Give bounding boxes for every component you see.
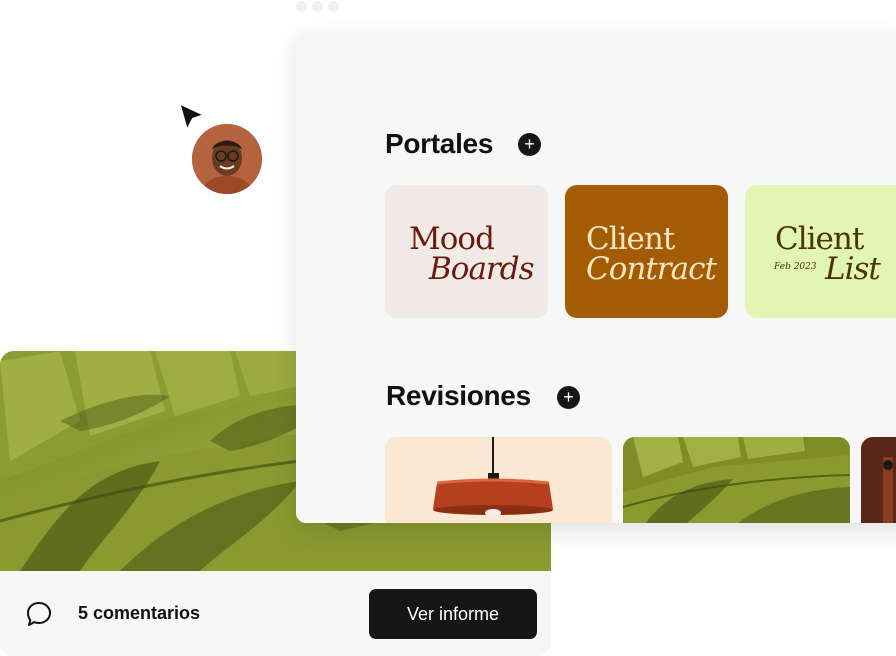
- view-report-button[interactable]: Ver informe: [369, 589, 537, 639]
- portal-title-line2: List: [825, 251, 881, 287]
- portal-title-line2: Boards: [429, 251, 534, 287]
- chair-image: [861, 437, 896, 523]
- review-thumbnail-chair[interactable]: [861, 437, 896, 523]
- add-portal-button[interactable]: +: [518, 133, 541, 156]
- speech-bubble-icon: [27, 602, 51, 626]
- portals-title: Portales: [385, 128, 494, 159]
- user-avatar-image: [192, 124, 262, 194]
- portal-title-line2: Contract: [586, 251, 717, 287]
- portals-panel: Portales + Mood Boards Client Contract C…: [296, 31, 896, 523]
- plus-icon: +: [524, 134, 535, 154]
- portal-card-mood-boards[interactable]: Mood Boards: [385, 185, 548, 318]
- review-thumbnail-lamp[interactable]: [385, 437, 612, 523]
- add-review-button[interactable]: +: [557, 386, 580, 409]
- green-sofa-image: [623, 437, 850, 523]
- pendant-lamp-image: [385, 437, 612, 523]
- window-controls: [296, 1, 339, 12]
- avatar: [192, 124, 262, 194]
- portal-card-client-list[interactable]: Client Feb 2023 List: [745, 185, 896, 318]
- window-dot: [296, 1, 307, 12]
- portal-card-client-contract[interactable]: Client Contract: [565, 185, 728, 318]
- portal-date: Feb 2023: [774, 262, 817, 272]
- review-thumbnail-sofa[interactable]: [623, 437, 850, 523]
- plus-icon: +: [563, 387, 574, 407]
- comment-count: 5 comentarios: [78, 603, 201, 623]
- window-dot: [328, 1, 339, 12]
- window-dot: [312, 1, 323, 12]
- reviews-title: Revisiones: [386, 380, 531, 411]
